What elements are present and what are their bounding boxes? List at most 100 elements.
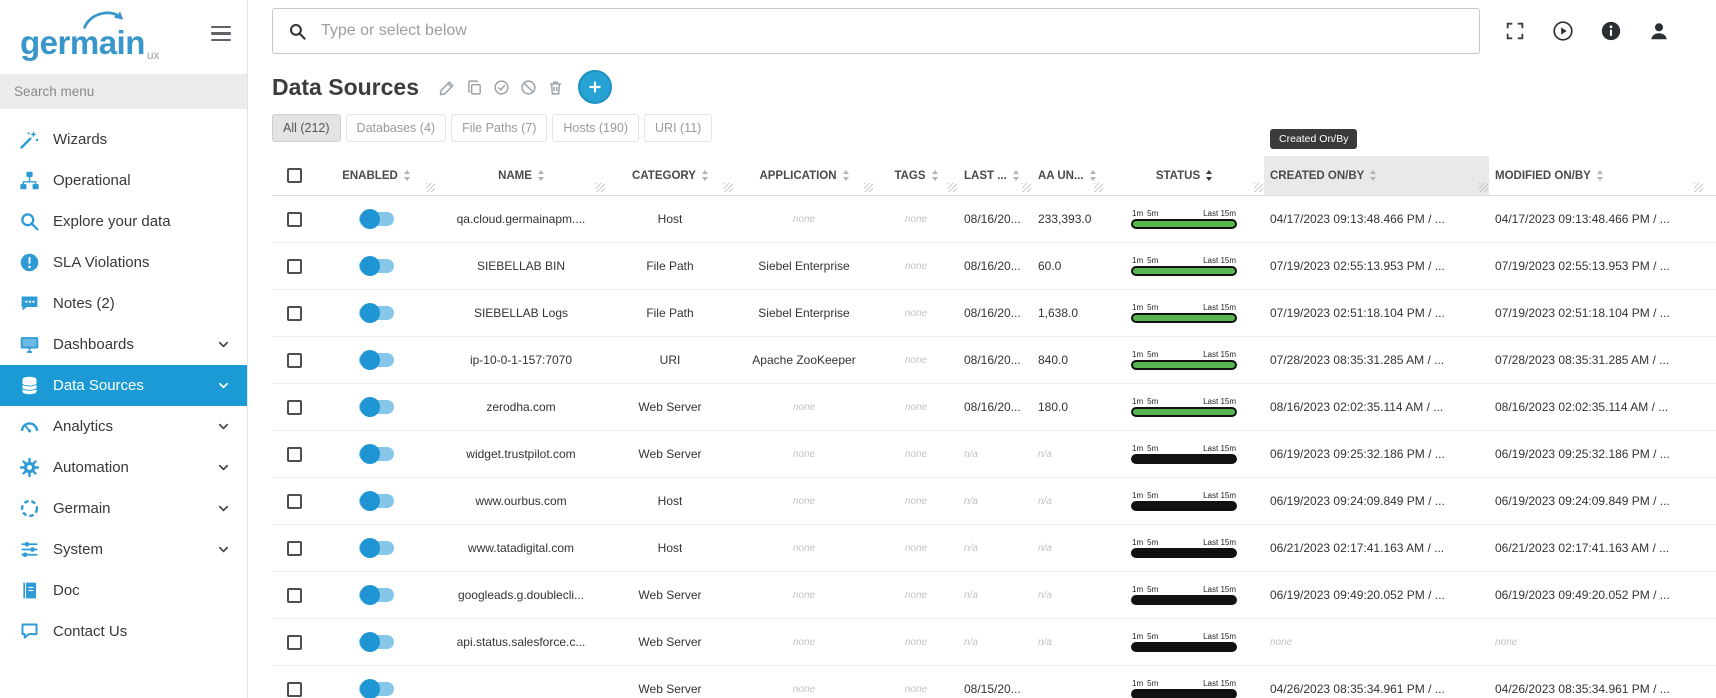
sidebar-item-system[interactable]: System bbox=[0, 529, 247, 570]
enabled-toggle[interactable] bbox=[359, 306, 394, 320]
row-checkbox[interactable] bbox=[287, 447, 302, 462]
edit-icon[interactable] bbox=[437, 77, 458, 98]
check-circle-icon[interactable] bbox=[491, 77, 512, 98]
sidebar-item-data-sources[interactable]: Data Sources bbox=[0, 365, 247, 406]
sidebar-item-contact-us[interactable]: Contact Us bbox=[0, 611, 247, 652]
column-resize-handle[interactable] bbox=[1694, 183, 1703, 192]
row-checkbox[interactable] bbox=[287, 306, 302, 321]
row-modified-on-by: 06/21/2023 02:17:41.163 AM / ... bbox=[1495, 541, 1669, 555]
sidebar-item-notes-2[interactable]: Notes (2) bbox=[0, 283, 247, 324]
magic-wand-icon bbox=[19, 129, 40, 150]
column-resize-handle[interactable] bbox=[724, 183, 733, 192]
user-icon[interactable] bbox=[1648, 20, 1670, 42]
row-tags: none bbox=[905, 402, 927, 413]
table-row[interactable]: ip-10-0-1-157:7070URIApache ZooKeepernon… bbox=[272, 337, 1716, 384]
enabled-toggle[interactable] bbox=[359, 635, 394, 649]
column-resize-handle[interactable] bbox=[1094, 183, 1103, 192]
sidebar-item-sla-violations[interactable]: SLA Violations bbox=[0, 242, 247, 283]
table-row[interactable]: SIEBELLAB LogsFile PathSiebel Enterprise… bbox=[272, 290, 1716, 337]
row-checkbox[interactable] bbox=[287, 588, 302, 603]
column-resize-handle[interactable] bbox=[426, 183, 435, 192]
sidebar-item-operational[interactable]: Operational bbox=[0, 160, 247, 201]
row-checkbox[interactable] bbox=[287, 635, 302, 650]
enabled-toggle[interactable] bbox=[359, 353, 394, 367]
row-checkbox[interactable] bbox=[287, 682, 302, 697]
enabled-toggle[interactable] bbox=[359, 259, 394, 273]
column-header-aa-un[interactable]: AA UN... bbox=[1032, 156, 1104, 195]
table-row[interactable]: SIEBELLAB BINFile PathSiebel Enterprisen… bbox=[272, 243, 1716, 290]
row-checkbox[interactable] bbox=[287, 400, 302, 415]
column-header-enabled[interactable]: ENABLED bbox=[316, 156, 436, 195]
column-resize-handle[interactable] bbox=[1479, 183, 1488, 192]
row-modified-on-by: 06/19/2023 09:24:09.849 PM / ... bbox=[1495, 494, 1670, 508]
tab-file-paths-7[interactable]: File Paths (7) bbox=[451, 114, 547, 142]
copy-icon[interactable] bbox=[464, 77, 485, 98]
table-row[interactable]: www.tatadigital.comHostnonenonen/an/a1m5… bbox=[272, 525, 1716, 572]
column-header-name[interactable]: NAME bbox=[436, 156, 606, 195]
chevron-down-icon bbox=[216, 501, 231, 516]
column-header-status[interactable]: STATUS bbox=[1104, 156, 1264, 195]
sidebar-item-automation[interactable]: Automation bbox=[0, 447, 247, 488]
enabled-toggle[interactable] bbox=[359, 588, 394, 602]
column-header-application[interactable]: APPLICATION bbox=[734, 156, 874, 195]
column-resize-handle[interactable] bbox=[948, 183, 957, 192]
enabled-toggle[interactable] bbox=[359, 682, 394, 696]
column-resize-handle[interactable] bbox=[1254, 183, 1263, 192]
trash-icon[interactable] bbox=[545, 77, 566, 98]
tab-uri-11[interactable]: URI (11) bbox=[644, 114, 712, 142]
sidebar-item-germain[interactable]: Germain bbox=[0, 488, 247, 529]
play-circle-icon[interactable] bbox=[1552, 20, 1574, 42]
sidebar-search-input[interactable] bbox=[0, 74, 247, 109]
column-header-modified-on-by[interactable]: MODIFIED ON/BY bbox=[1489, 156, 1704, 195]
row-checkbox[interactable] bbox=[287, 541, 302, 556]
sidebar-item-analytics[interactable]: Analytics bbox=[0, 406, 247, 447]
status-scale: 1m5mLast 15m bbox=[1131, 585, 1237, 594]
info-icon[interactable] bbox=[1600, 20, 1622, 42]
sitemap-icon bbox=[19, 170, 40, 191]
row-checkbox[interactable] bbox=[287, 212, 302, 227]
tab-databases-4[interactable]: Databases (4) bbox=[346, 114, 447, 142]
global-search[interactable] bbox=[272, 8, 1480, 54]
sidebar-item-doc[interactable]: Doc bbox=[0, 570, 247, 611]
table-row[interactable]: qa.cloud.germainapm....Hostnonenone08/16… bbox=[272, 196, 1716, 243]
column-header-last[interactable]: LAST ... bbox=[958, 156, 1032, 195]
column-resize-handle[interactable] bbox=[864, 183, 873, 192]
column-header-tags[interactable]: TAGS bbox=[874, 156, 958, 195]
global-search-input[interactable] bbox=[319, 21, 1464, 41]
enabled-toggle[interactable] bbox=[359, 447, 394, 461]
column-resize-handle[interactable] bbox=[1022, 183, 1031, 192]
menu-icon[interactable] bbox=[211, 26, 231, 41]
table-row[interactable]: widget.trustpilot.comWeb Servernonenonen… bbox=[272, 431, 1716, 478]
ban-icon[interactable] bbox=[518, 77, 539, 98]
table-row[interactable]: googleads.g.doublecli...Web Servernoneno… bbox=[272, 572, 1716, 619]
select-all-checkbox[interactable] bbox=[287, 168, 302, 183]
sidebar-item-explore-your-data[interactable]: Explore your data bbox=[0, 201, 247, 242]
enabled-toggle[interactable] bbox=[359, 400, 394, 414]
sidebar-item-wizards[interactable]: Wizards bbox=[0, 119, 247, 160]
add-icon[interactable] bbox=[578, 70, 612, 104]
status-bar bbox=[1131, 642, 1237, 652]
fullscreen-icon[interactable] bbox=[1504, 20, 1526, 42]
tab-all-212[interactable]: All (212) bbox=[272, 114, 341, 142]
table-row[interactable]: Web Servernonenone08/15/20...1m5mLast 15… bbox=[272, 666, 1716, 698]
row-aa-units: 60.0 bbox=[1038, 259, 1061, 273]
table-row[interactable]: api.status.salesforce.c...Web Servernone… bbox=[272, 619, 1716, 666]
table-row[interactable]: www.ourbus.comHostnonenonen/an/a1m5mLast… bbox=[272, 478, 1716, 525]
column-header-created-on-by[interactable]: CREATED ON/BY bbox=[1264, 156, 1489, 195]
enabled-toggle[interactable] bbox=[359, 212, 394, 226]
column-resize-handle[interactable] bbox=[596, 183, 605, 192]
row-checkbox[interactable] bbox=[287, 353, 302, 368]
row-checkbox[interactable] bbox=[287, 259, 302, 274]
table-row[interactable]: zerodha.comWeb Servernonenone08/16/20...… bbox=[272, 384, 1716, 431]
tab-hosts-190[interactable]: Hosts (190) bbox=[552, 114, 639, 142]
enabled-toggle[interactable] bbox=[359, 541, 394, 555]
row-category: Web Server bbox=[638, 588, 701, 602]
row-application: none bbox=[793, 214, 815, 225]
row-tags: none bbox=[905, 684, 927, 695]
row-checkbox[interactable] bbox=[287, 494, 302, 509]
row-aa-units: 180.0 bbox=[1038, 400, 1068, 414]
status-bar bbox=[1131, 501, 1237, 511]
enabled-toggle[interactable] bbox=[359, 494, 394, 508]
sidebar-item-dashboards[interactable]: Dashboards bbox=[0, 324, 247, 365]
column-header-category[interactable]: CATEGORY bbox=[606, 156, 734, 195]
